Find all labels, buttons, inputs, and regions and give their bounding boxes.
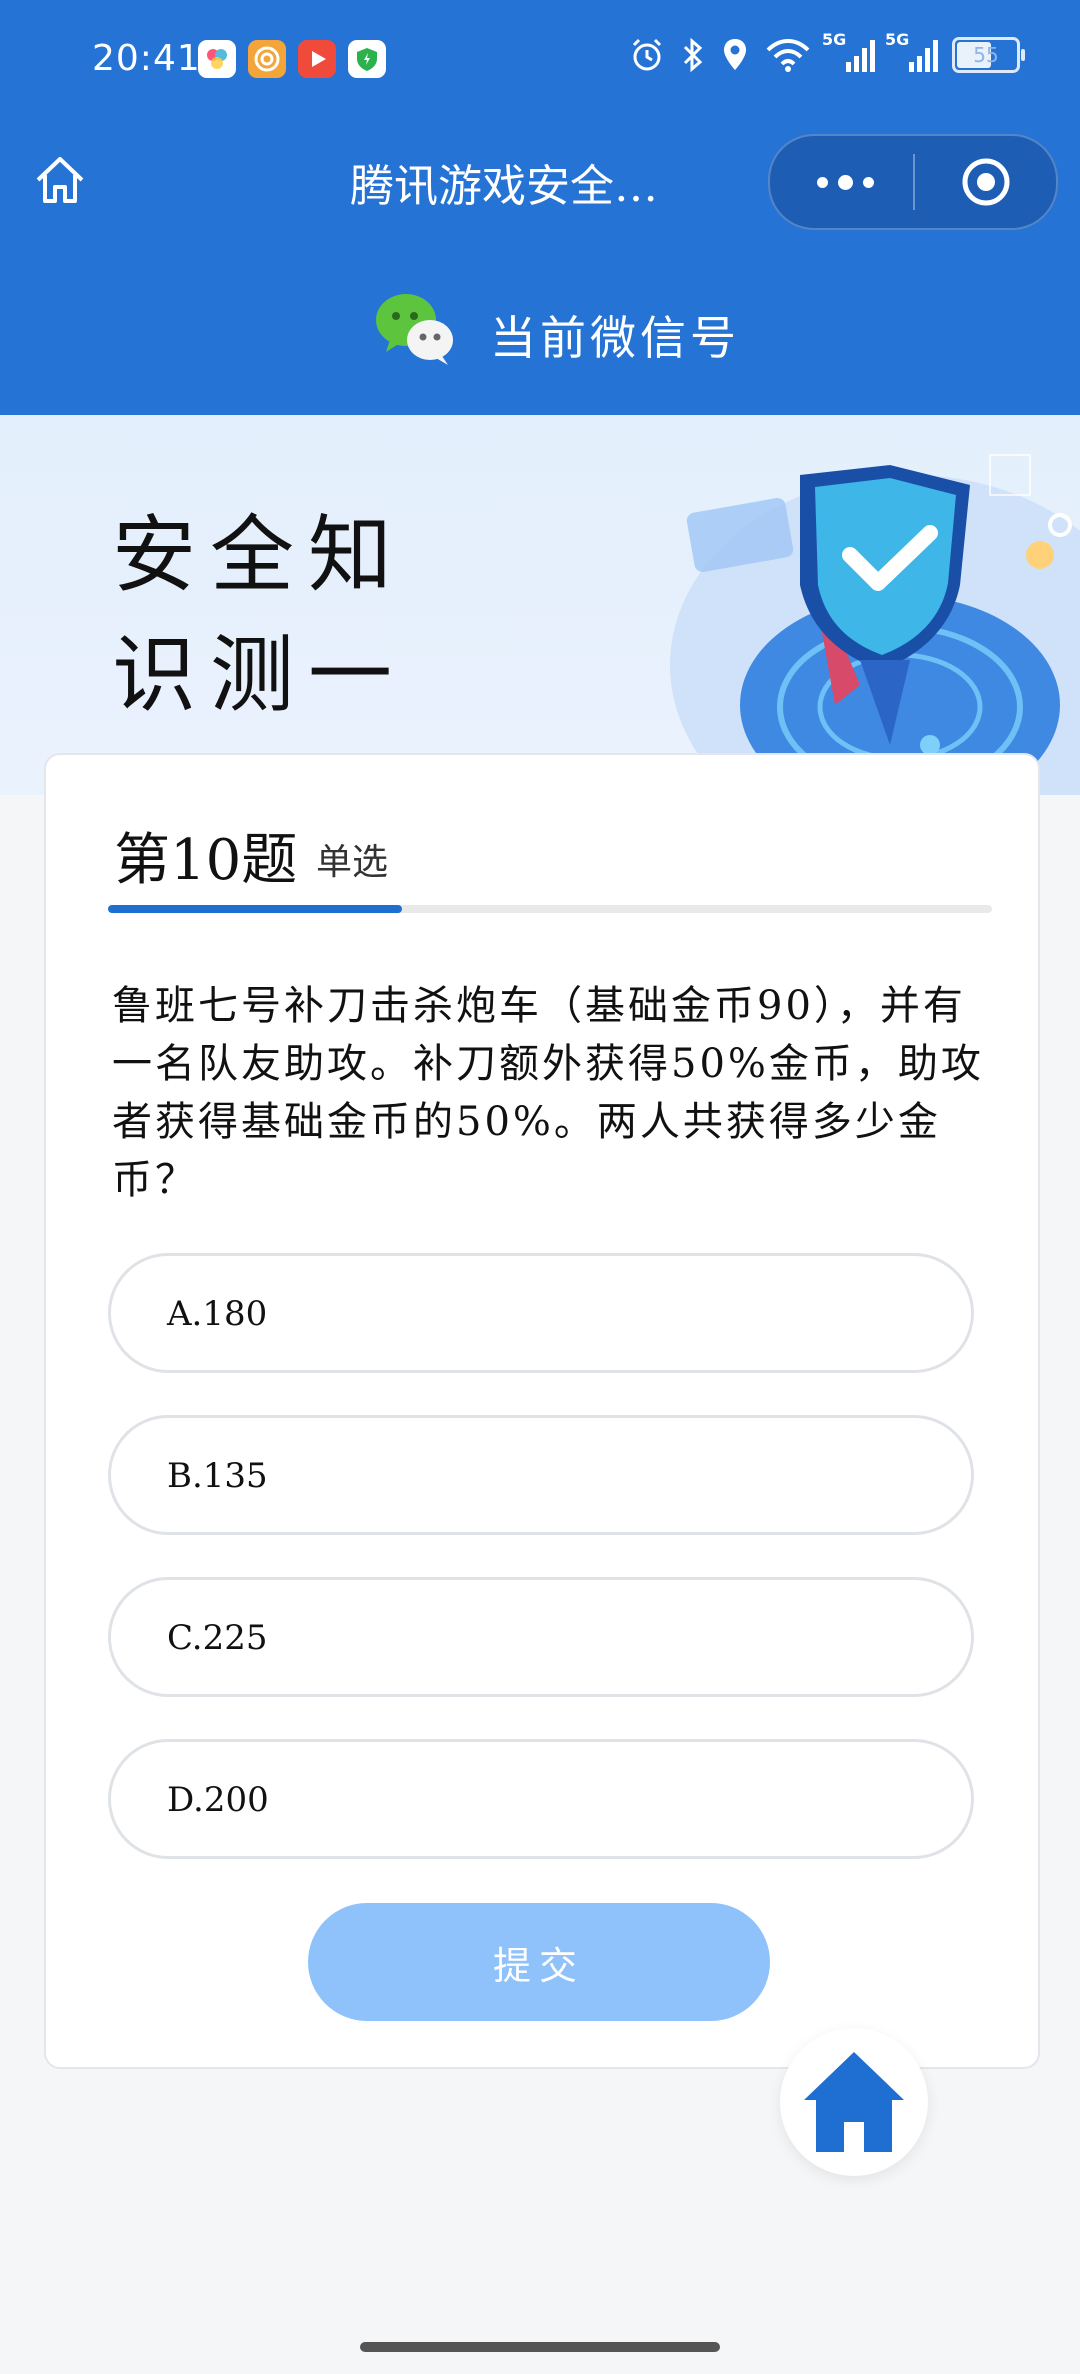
signal-icon: 5G — [822, 30, 875, 72]
progress-fill — [108, 905, 403, 913]
floating-home-button[interactable] — [780, 2028, 928, 2176]
hero-title-line: 识测一 — [112, 626, 407, 724]
target-app-icon — [248, 40, 286, 78]
signal-label: 5G — [822, 30, 847, 49]
battery-level: 55 — [973, 43, 999, 67]
page-title: 腾讯游戏安全… — [350, 161, 658, 212]
progress-bar — [108, 905, 992, 913]
miniprogram-capsule — [768, 134, 1058, 230]
gesture-bar[interactable] — [360, 2342, 720, 2352]
wifi-icon — [766, 39, 810, 72]
option-b[interactable]: B.135 — [108, 1415, 974, 1535]
question-text: 鲁班七号补刀击杀炮车（基础金币90），并有一名队友助攻。补刀额外获得50%金币，… — [112, 983, 984, 1203]
status-bar: 20:41 5G 5G 55 — [0, 0, 1080, 120]
battery-icon: 55 — [952, 37, 1025, 73]
option-label: B.135 — [167, 1456, 268, 1496]
status-time: 20:41 — [92, 38, 201, 79]
hero-title-line: 安全知 — [112, 506, 407, 604]
header: 20:41 5G 5G 55 腾讯游戏安全… 当前微信号 — [0, 0, 1080, 415]
option-label: A.180 — [167, 1294, 268, 1334]
bluetooth-icon — [683, 37, 703, 73]
option-label: C.225 — [167, 1618, 268, 1658]
home-icon — [804, 2052, 904, 2152]
close-miniprogram-button[interactable] — [960, 156, 1012, 208]
signal-label-2: 5G — [885, 30, 910, 49]
question-type: 单选 — [316, 842, 389, 883]
wechat-icon — [376, 294, 453, 365]
hero-title: 安全知 识测一 测 — [112, 495, 412, 795]
hero-banner: 安全知 识测一 测 — [0, 415, 1080, 795]
account-row[interactable]: 当前微信号 — [0, 282, 1080, 372]
alarm-icon — [632, 38, 662, 71]
home-icon[interactable] — [30, 150, 90, 210]
capsule-divider — [913, 154, 915, 210]
nav-bar: 腾讯游戏安全… — [0, 120, 1080, 240]
submit-button[interactable]: 提交 — [308, 1903, 770, 2021]
shield-mascot-illustration — [670, 454, 1080, 795]
location-icon — [724, 39, 746, 70]
option-c[interactable]: C.225 — [108, 1577, 974, 1697]
status-indicators: 5G 5G 55 — [628, 30, 1025, 74]
option-label: D.200 — [167, 1780, 269, 1820]
option-d[interactable]: D.200 — [108, 1739, 974, 1859]
photos-app-icon — [198, 40, 236, 78]
question-number: 第10题 — [114, 828, 298, 893]
option-a[interactable]: A.180 — [108, 1253, 974, 1373]
signal-icon-2: 5G — [885, 30, 938, 72]
more-button[interactable] — [800, 160, 890, 204]
security-app-icon — [348, 40, 386, 78]
video-app-icon — [298, 40, 336, 78]
question-card: 第10题 单选 鲁班七号补刀击杀炮车（基础金币90），并有一名队友助攻。补刀额外… — [44, 753, 1040, 2069]
notification-icons — [198, 40, 386, 78]
current-account-label: 当前微信号 — [490, 311, 740, 365]
